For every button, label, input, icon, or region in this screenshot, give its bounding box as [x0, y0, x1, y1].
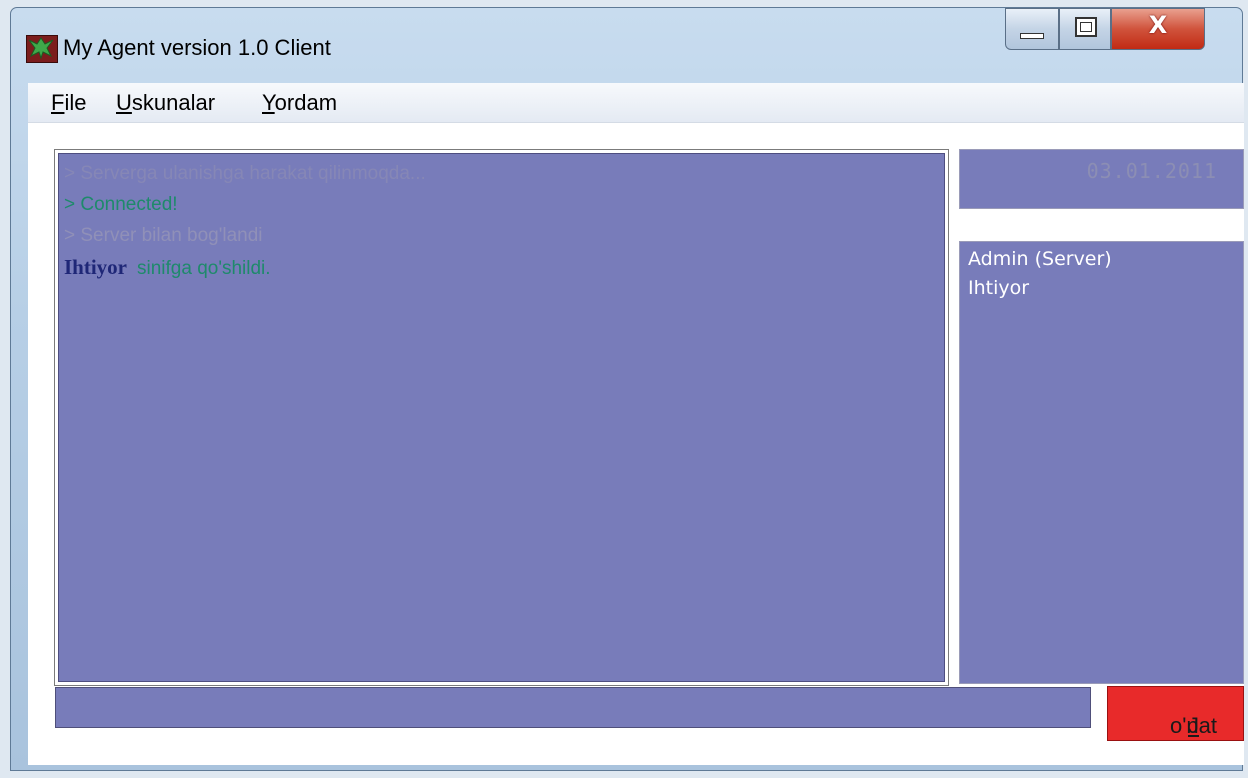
close-button[interactable]: X — [1111, 8, 1205, 50]
app-window: My Agent version 1.0 Client X File Uskun… — [10, 7, 1244, 771]
minimize-button[interactable] — [1005, 8, 1059, 50]
message-input[interactable] — [55, 687, 1091, 728]
user-list-item[interactable]: Admin (Server) — [968, 248, 1112, 270]
maximize-button[interactable] — [1059, 8, 1111, 50]
menu-bar: File Uskunalar Yordam — [28, 83, 1244, 123]
user-nick: Ihtiyor — [64, 255, 127, 279]
title-bar[interactable]: My Agent version 1.0 Client X — [11, 8, 1242, 74]
window-title: My Agent version 1.0 Client — [63, 35, 331, 60]
app-icon[interactable] — [26, 35, 58, 63]
close-icon: X — [1148, 11, 1168, 39]
chat-log[interactable]: > Serverga ulanishga harakat qilinmoqda.… — [58, 153, 945, 682]
chat-line-status: > Server bilan bog'landi — [64, 225, 263, 246]
send-button[interactable]: Jo'nat — [1107, 686, 1244, 741]
minimize-icon — [1020, 33, 1044, 39]
chat-log-frame: > Serverga ulanishga harakat qilinmoqda.… — [54, 149, 949, 686]
chat-line-connected: > Connected! — [64, 194, 178, 215]
menu-yordam[interactable]: Yordam — [262, 90, 337, 116]
maximize-icon — [1075, 17, 1097, 37]
user-list[interactable]: Admin (Server) Ihtiyor — [959, 241, 1244, 684]
user-list-item[interactable]: Ihtiyor — [968, 277, 1029, 299]
chat-line-status: > Serverga ulanishga harakat qilinmoqda.… — [64, 163, 426, 184]
join-message: sinifga qo'shildi. — [137, 258, 271, 279]
client-area: File Uskunalar Yordam > Serverga ulanish… — [28, 83, 1244, 765]
menu-file[interactable]: File — [51, 90, 86, 116]
date-label: 03.01.2011 — [1086, 159, 1217, 183]
chat-line-join: Ihtiyor sinifga qo'shildi. — [64, 255, 271, 280]
menu-uskunalar[interactable]: Uskunalar — [116, 90, 215, 116]
date-panel: 03.01.2011 — [959, 149, 1244, 209]
